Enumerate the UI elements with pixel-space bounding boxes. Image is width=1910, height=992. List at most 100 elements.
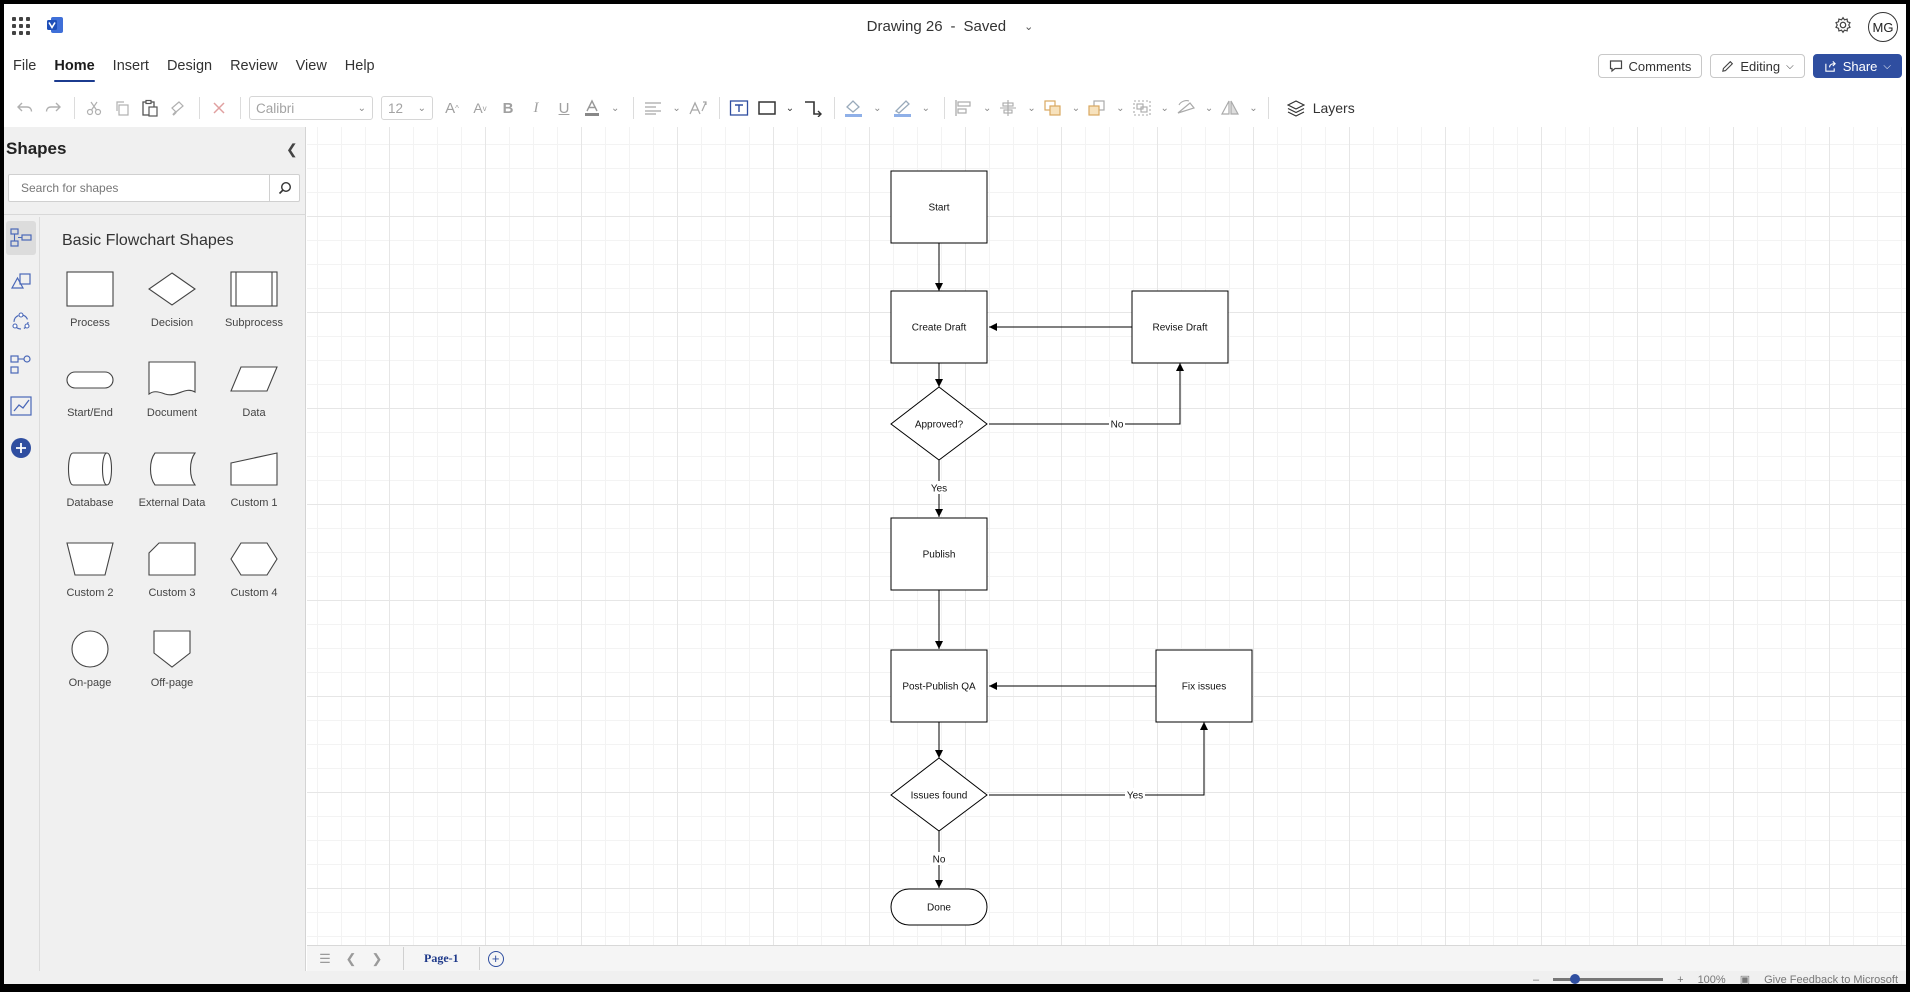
chevron-right-icon[interactable]: ❯ xyxy=(369,951,385,967)
comments-button[interactable]: Comments xyxy=(1597,54,1703,78)
shape-custom-3[interactable]: Custom 3 xyxy=(131,539,213,609)
shape-external-data[interactable]: External Data xyxy=(131,449,213,519)
decrease-font-icon[interactable]: Av xyxy=(469,95,491,121)
rectangle-tool-icon[interactable] xyxy=(756,95,778,121)
add-stencil-icon[interactable] xyxy=(6,431,36,465)
chevron-down-icon[interactable]: ⌄ xyxy=(983,103,991,114)
group-icon[interactable] xyxy=(1131,95,1153,121)
increase-font-icon[interactable]: A ^ xyxy=(441,95,463,121)
chevron-down-icon[interactable]: ⌄ xyxy=(873,103,881,114)
cut-icon[interactable] xyxy=(83,95,105,121)
shape-on-page[interactable]: On-page xyxy=(49,629,131,699)
tab-design[interactable]: Design xyxy=(158,52,221,82)
page-tab[interactable]: Page-1 xyxy=(403,947,480,970)
document-title-button[interactable]: Drawing 26 - Saved ⌄ xyxy=(867,18,1034,35)
shape-database[interactable]: Database xyxy=(49,449,131,519)
hierarchy-stencil-icon[interactable] xyxy=(6,347,36,381)
node-create-draft[interactable]: Create Draft xyxy=(890,290,988,364)
flowchart-stencil-icon[interactable] xyxy=(6,221,36,255)
zoom-slider-thumb[interactable] xyxy=(1570,974,1581,984)
font-color-icon[interactable] xyxy=(581,95,603,121)
send-backward-icon[interactable] xyxy=(1086,95,1108,121)
shape-custom-1[interactable]: Custom 1 xyxy=(213,449,295,519)
page-list-icon[interactable]: ☰ xyxy=(317,951,333,967)
zoom-out-icon[interactable]: – xyxy=(1533,974,1539,985)
chevron-down-icon[interactable]: ⌄ xyxy=(1116,103,1124,114)
font-name-select[interactable]: Calibri ⌄ xyxy=(249,96,373,120)
app-launcher-icon[interactable] xyxy=(12,17,30,35)
align-shapes-icon[interactable] xyxy=(953,95,975,121)
font-size-select[interactable]: 12 ⌄ xyxy=(381,96,433,120)
node-fix-issues[interactable]: Fix issues xyxy=(1155,649,1253,723)
shape-subprocess[interactable]: Subprocess xyxy=(213,269,295,339)
chevron-down-icon[interactable]: ⌄ xyxy=(611,103,619,114)
chevron-down-icon[interactable]: ⌄ xyxy=(1027,103,1035,114)
chevron-down-icon[interactable]: ⌄ xyxy=(1249,103,1257,114)
gear-icon[interactable] xyxy=(1834,16,1852,34)
paste-icon[interactable] xyxy=(139,95,161,121)
node-done[interactable]: Done xyxy=(890,888,988,926)
copy-icon[interactable] xyxy=(111,95,133,121)
chevron-left-icon[interactable]: ❮ xyxy=(286,141,298,158)
chevron-left-icon[interactable]: ❮ xyxy=(343,951,359,967)
node-issues-found-decision[interactable]: Issues found xyxy=(890,757,988,832)
chevron-down-icon[interactable]: ⌄ xyxy=(1072,103,1080,114)
line-color-icon[interactable] xyxy=(892,95,914,121)
arrange-icon[interactable] xyxy=(1042,95,1064,121)
share-button[interactable]: Share ⌵ xyxy=(1812,54,1902,78)
tab-review[interactable]: Review xyxy=(221,52,287,82)
text-direction-icon[interactable] xyxy=(687,95,709,121)
node-revise-draft[interactable]: Revise Draft xyxy=(1131,290,1229,364)
chevron-down-icon[interactable]: ⌄ xyxy=(1161,103,1169,114)
node-publish[interactable]: Publish xyxy=(890,517,988,591)
chevron-down-icon[interactable]: ⌄ xyxy=(1205,103,1213,114)
visio-logo-icon[interactable] xyxy=(46,16,64,34)
add-page-icon[interactable]: + xyxy=(487,950,504,967)
edge-issues-fix[interactable] xyxy=(989,722,1208,796)
underline-icon[interactable]: U xyxy=(553,95,575,121)
format-painter-icon[interactable] xyxy=(167,95,189,121)
node-start[interactable]: Start xyxy=(890,170,988,244)
shape-custom-2[interactable]: Custom 2 xyxy=(49,539,131,609)
layers-button[interactable]: Layers xyxy=(1286,99,1355,117)
fit-page-icon[interactable]: ▣ xyxy=(1740,973,1750,984)
redo-icon[interactable] xyxy=(42,95,64,121)
tab-help[interactable]: Help xyxy=(336,52,384,82)
tab-insert[interactable]: Insert xyxy=(104,52,158,82)
node-approved-decision[interactable]: Approved? xyxy=(890,386,988,461)
delete-icon[interactable] xyxy=(208,95,230,121)
zoom-in-icon[interactable]: + xyxy=(1677,974,1683,985)
connector-tool-icon[interactable] xyxy=(802,95,824,121)
shape-data[interactable]: Data xyxy=(213,359,295,429)
tab-file[interactable]: File xyxy=(4,52,45,82)
chevron-down-icon[interactable]: ⌄ xyxy=(786,103,794,114)
feedback-link[interactable]: Give Feedback to Microsoft xyxy=(1764,974,1898,985)
zoom-level[interactable]: 100% xyxy=(1698,974,1726,985)
shape-start-end[interactable]: Start/End xyxy=(49,359,131,429)
text-box-icon[interactable] xyxy=(728,95,750,121)
avatar[interactable]: MG xyxy=(1868,12,1898,42)
undo-icon[interactable] xyxy=(14,95,36,121)
fill-color-icon[interactable] xyxy=(843,95,865,121)
search-button[interactable] xyxy=(269,175,299,201)
editing-mode-button[interactable]: Editing ⌵ xyxy=(1710,54,1805,78)
tab-home[interactable]: Home xyxy=(45,52,103,82)
cycle-stencil-icon[interactable] xyxy=(6,305,36,339)
basic-shapes-stencil-icon[interactable] xyxy=(6,263,36,297)
shape-document[interactable]: Document xyxy=(131,359,213,429)
node-post-publish-qa[interactable]: Post-Publish QA xyxy=(890,649,988,723)
edge-approved-revise[interactable] xyxy=(989,363,1184,425)
chevron-down-icon[interactable]: ⌄ xyxy=(672,103,680,114)
drawing-canvas[interactable]: No Yes Yes No Start Create Draft Revise … xyxy=(307,127,1906,945)
zoom-slider[interactable] xyxy=(1553,974,1664,984)
tab-view[interactable]: View xyxy=(287,52,336,82)
bold-icon[interactable]: B xyxy=(497,95,519,121)
distribute-icon[interactable] xyxy=(997,95,1019,121)
shape-custom-4[interactable]: Custom 4 xyxy=(213,539,295,609)
shape-off-page[interactable]: Off-page xyxy=(131,629,213,699)
shape-process[interactable]: Process xyxy=(49,269,131,339)
chevron-down-icon[interactable]: ⌄ xyxy=(922,103,930,114)
italic-icon[interactable]: I xyxy=(525,95,547,121)
flip-icon[interactable] xyxy=(1219,95,1241,121)
chart-stencil-icon[interactable] xyxy=(6,389,36,423)
